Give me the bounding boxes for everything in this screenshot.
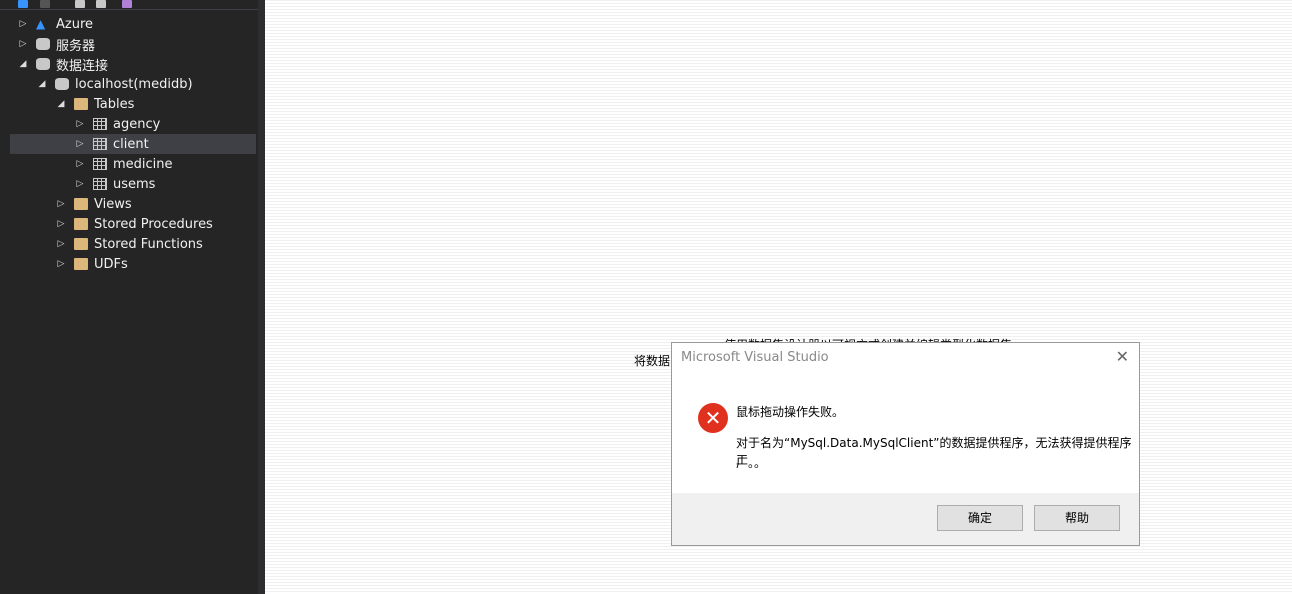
server-icon (36, 38, 50, 50)
database-icon (55, 78, 69, 90)
table-icon (93, 118, 107, 130)
designer-hint-2: 将数据 (634, 354, 671, 368)
expand-arrow-icon[interactable]: ▷ (75, 119, 85, 129)
tree-item--[interactable]: ◢ 数据连接 (10, 54, 256, 74)
tree-item-label: agency (113, 116, 161, 132)
expand-arrow-icon[interactable]: ▷ (56, 259, 66, 269)
expand-arrow-icon[interactable]: ▷ (56, 239, 66, 249)
dialog-title: Microsoft Visual Studio (681, 350, 829, 365)
tree-item-tables[interactable]: ◢ Tables (10, 94, 256, 114)
expand-arrow-icon[interactable]: ▷ (75, 159, 85, 169)
stop-icon[interactable] (40, 0, 50, 8)
collapse-arrow-icon[interactable]: ◢ (18, 59, 28, 69)
collapse-arrow-icon[interactable]: ◢ (56, 99, 66, 109)
tree-item-client[interactable]: ▷ client (10, 134, 256, 154)
error-message-2: 厂。。 (736, 456, 767, 470)
data-connections-icon (36, 58, 50, 70)
server-explorer: ▷ ▲ Azure ▷ 服务器 ◢ 数据连接 ◢ localhost(medidb) ◢ Table… (0, 0, 258, 594)
tree-item-label: Azure (56, 16, 94, 32)
tree-item-label: medicine (113, 156, 173, 172)
expand-arrow-icon[interactable]: ▷ (75, 139, 85, 149)
expand-arrow-icon[interactable]: ▷ (18, 39, 28, 49)
tree-item-label: 服务器 (56, 38, 96, 54)
tree-item-stored-procedures[interactable]: ▷ Stored Procedures (10, 214, 256, 234)
dialog-footer: 确定 帮助 (672, 493, 1139, 545)
connect-server-icon[interactable] (96, 0, 106, 8)
tree-item-azure[interactable]: ▷ ▲ Azure (10, 14, 256, 34)
tree-item--[interactable]: ▷ 服务器 (10, 34, 256, 54)
collapse-arrow-icon[interactable]: ◢ (37, 79, 47, 89)
table-icon (93, 138, 107, 150)
tree-item-label: Stored Procedures (94, 216, 213, 232)
error-dialog: Microsoft Visual Studio ✕ ✕ 鼠标拖动操作失败。 对于… (671, 342, 1140, 546)
refresh-icon[interactable] (18, 0, 28, 8)
tree-item-medicine[interactable]: ▷ medicine (10, 154, 256, 174)
tree-item-label: 数据连接 (56, 58, 109, 74)
error-heading: 鼠标拖动操作失败。 (736, 405, 845, 419)
splitter[interactable] (258, 0, 265, 594)
tree-item-label: UDFs (94, 256, 128, 272)
tree-item-localhost-medidb-[interactable]: ◢ localhost(medidb) (10, 74, 256, 94)
tree-item-label: localhost(medidb) (75, 76, 193, 92)
folder-icon (74, 258, 88, 270)
tree-item-views[interactable]: ▷ Views (10, 194, 256, 214)
error-message: 对于名为“MySql.Data.MySqlClient”的数据提供程序，无法获得… (736, 436, 1132, 467)
folder-icon (74, 238, 88, 250)
toolbar (0, 0, 258, 10)
table-icon (93, 178, 107, 190)
tree-item-label: client (113, 136, 149, 152)
folder-icon (74, 218, 88, 230)
table-icon (93, 158, 107, 170)
tree-item-agency[interactable]: ▷ agency (10, 114, 256, 134)
azure-icon: ▲ (36, 17, 46, 31)
expand-arrow-icon[interactable]: ▷ (56, 199, 66, 209)
connect-database-icon[interactable] (75, 0, 85, 8)
tree-item-udfs[interactable]: ▷ UDFs (10, 254, 256, 274)
folder-icon (74, 198, 88, 210)
tree-item-label: usems (113, 176, 156, 192)
tree-item-label: Stored Functions (94, 236, 203, 252)
sharepoint-icon[interactable] (122, 0, 132, 8)
close-icon[interactable]: ✕ (1116, 347, 1129, 366)
tree-item-label: Tables (94, 96, 135, 112)
ok-button[interactable]: 确定 (937, 505, 1023, 531)
folder-icon (74, 98, 88, 110)
expand-arrow-icon[interactable]: ▷ (75, 179, 85, 189)
error-icon: ✕ (698, 403, 728, 433)
tree-item-label: Views (94, 196, 132, 212)
help-button[interactable]: 帮助 (1034, 505, 1120, 531)
expand-arrow-icon[interactable]: ▷ (18, 19, 28, 29)
expand-arrow-icon[interactable]: ▷ (56, 219, 66, 229)
tree-item-usems[interactable]: ▷ usems (10, 174, 256, 194)
tree-item-stored-functions[interactable]: ▷ Stored Functions (10, 234, 256, 254)
